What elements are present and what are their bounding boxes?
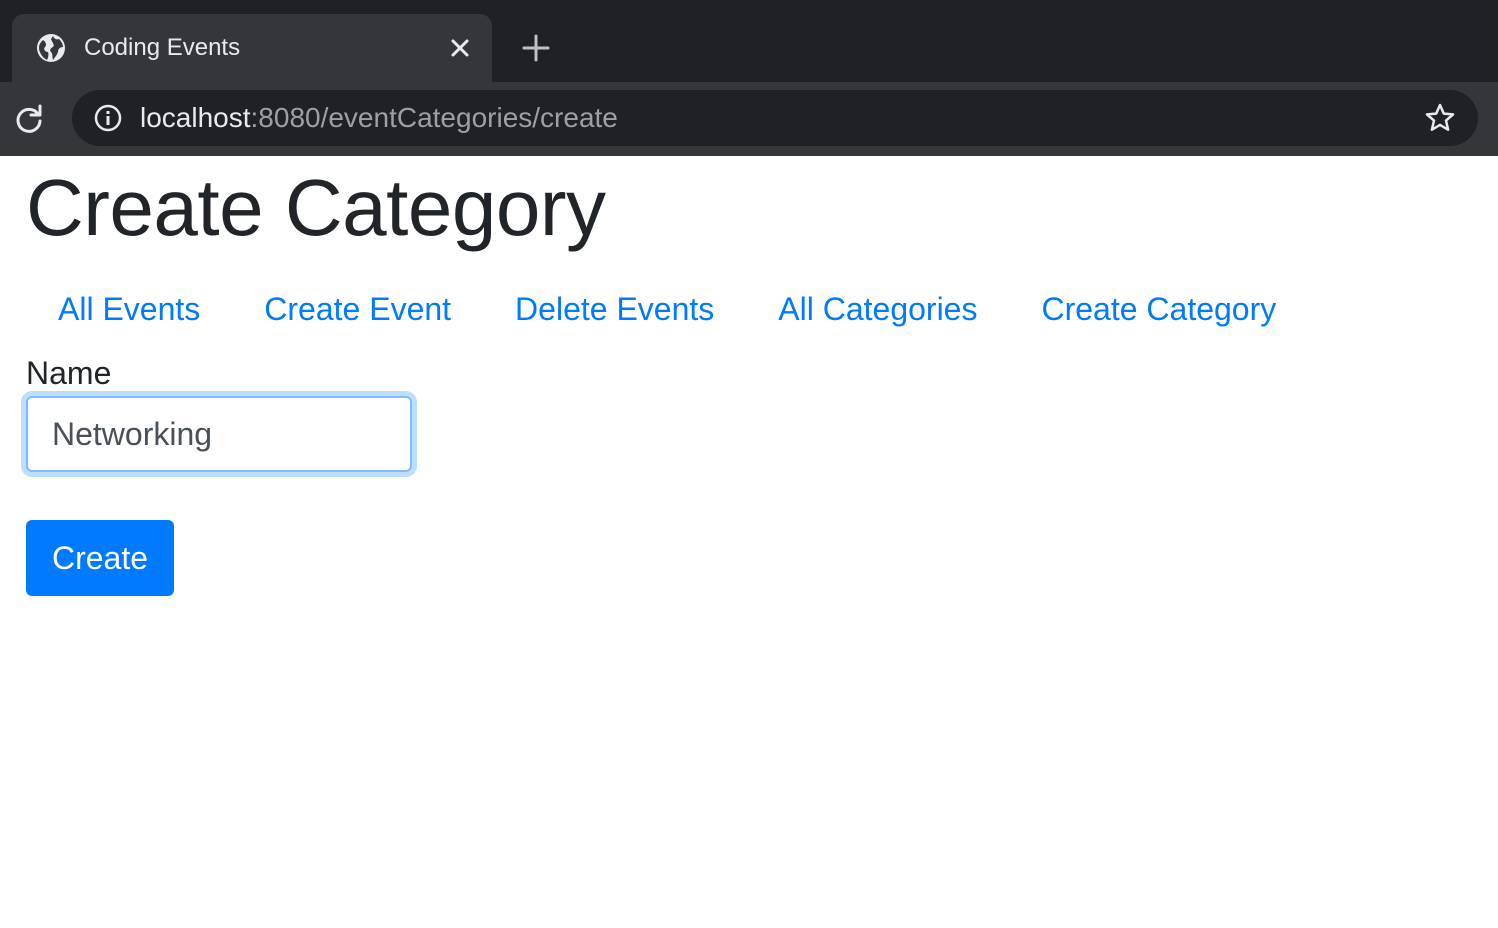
name-input[interactable] — [26, 396, 412, 472]
url-path: :8080/eventCategories/create — [250, 102, 618, 133]
create-button[interactable]: Create — [26, 520, 174, 596]
globe-icon — [37, 34, 65, 62]
nav-link-all-events[interactable]: All Events — [26, 288, 232, 330]
nav-link-delete-events[interactable]: Delete Events — [483, 288, 746, 330]
nav-link-create-event[interactable]: Create Event — [232, 288, 483, 330]
name-label: Name — [26, 355, 112, 391]
main-nav: All Events Create Event Delete Events Al… — [26, 288, 1308, 330]
browser-toolbar: localhost:8080/eventCategories/create — [0, 82, 1498, 156]
star-icon[interactable] — [1424, 102, 1456, 134]
plus-icon[interactable] — [520, 32, 552, 64]
reload-icon[interactable] — [12, 102, 46, 136]
nav-link-create-category[interactable]: Create Category — [1009, 288, 1308, 330]
close-icon[interactable] — [446, 34, 474, 62]
url-text[interactable]: localhost:8080/eventCategories/create — [140, 102, 618, 134]
nav-link-all-categories[interactable]: All Categories — [746, 288, 1009, 330]
browser-tabstrip: Coding Events — [0, 0, 1498, 82]
page-title: Create Category — [26, 163, 606, 252]
browser-tab[interactable]: Coding Events — [12, 14, 492, 82]
url-host: localhost — [140, 102, 251, 133]
tab-title: Coding Events — [84, 34, 241, 61]
info-icon[interactable] — [94, 104, 122, 132]
address-bar[interactable]: localhost:8080/eventCategories/create — [72, 90, 1478, 146]
page-content: Create Category All Events Create Event … — [0, 156, 1498, 928]
